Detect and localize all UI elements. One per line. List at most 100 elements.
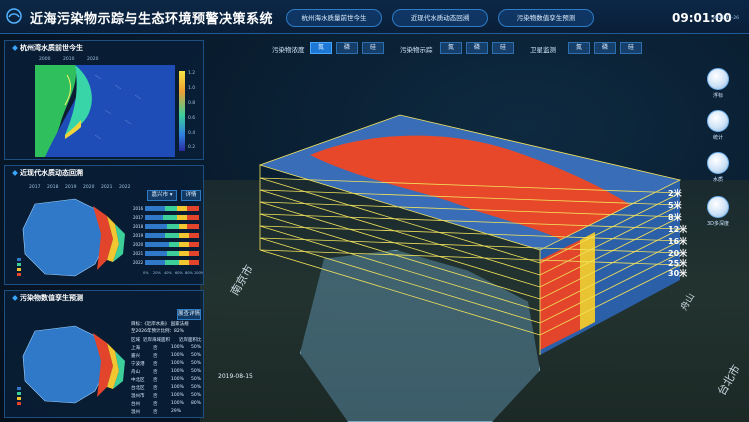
- table-cell: 50%: [191, 345, 202, 350]
- p2-year-2020[interactable]: 2020: [83, 185, 94, 190]
- concentration-n-button[interactable]: 氮: [310, 42, 332, 54]
- bar-row-label: 2019: [133, 233, 144, 238]
- p2-year-2018[interactable]: 2018: [47, 185, 58, 190]
- bar: [165, 206, 177, 211]
- depth-label-8m: 8米: [668, 213, 682, 222]
- buoy-icon: [707, 68, 729, 90]
- legend-swatch-3: [17, 397, 21, 400]
- table-cell: 50%: [191, 353, 202, 358]
- bar-row-label: 2022: [133, 260, 144, 265]
- toolbar-label-concentration: 污染物浓度: [272, 46, 305, 54]
- panel3-province-map[interactable]: [15, 321, 127, 407]
- map-date: 2019-08-15: [218, 373, 253, 380]
- toolbar-label-tracer: 污染物示踪: [400, 46, 433, 54]
- toolbar-label-satellite: 卫星监测: [530, 46, 556, 54]
- region-select[interactable]: 嘉兴市 ▾: [147, 190, 177, 201]
- legend-swatch-3: [17, 268, 21, 271]
- concentration-si-button[interactable]: 硅: [362, 42, 384, 54]
- tool-buoy-label: 浮标: [712, 93, 723, 99]
- table-header-cell: 近岸海域面积: [143, 338, 170, 343]
- table-header-cell: 近岸面积比: [179, 338, 202, 343]
- satellite-n-button[interactable]: 氮: [568, 42, 590, 54]
- year-2020[interactable]: 2020: [87, 57, 98, 62]
- table-cell: 否: [153, 378, 158, 383]
- table-cell: 100%: [171, 401, 184, 406]
- x-tick: 60%: [175, 271, 183, 275]
- panel-water-quality-review: 近现代水质动态回溯 2017 2018 2019 2020 2021 2022 …: [4, 165, 204, 285]
- table-cell: 宁波港: [131, 362, 145, 367]
- tracer-p-button[interactable]: 磷: [466, 42, 488, 54]
- bar: [179, 224, 187, 229]
- bar: [145, 260, 165, 265]
- bar: [145, 233, 165, 238]
- bar: [145, 242, 169, 247]
- bar: [167, 251, 179, 256]
- app-logo-icon: [6, 8, 22, 24]
- bar: [167, 224, 179, 229]
- tab-hangzhou-history[interactable]: 杭州海水质量前世今生: [286, 9, 382, 27]
- tracer-si-button[interactable]: 硅: [492, 42, 514, 54]
- concentration-p-button[interactable]: 磷: [336, 42, 358, 54]
- tab-water-quality-review[interactable]: 近现代水质动态回溯: [392, 9, 488, 27]
- x-tick: 0%: [143, 271, 149, 275]
- water-icon: [707, 152, 729, 174]
- x-tick: 80%: [185, 271, 193, 275]
- bar: [179, 233, 189, 238]
- table-cell: 否: [153, 394, 158, 399]
- table-cell: 100%: [171, 353, 184, 358]
- bar-row-label: 2018: [133, 224, 144, 229]
- prediction-table: 区域 近岸海域面积 近岸面积比 上海 否 100% 50% 嘉兴 否 100% …: [131, 337, 203, 415]
- slab-front-yellow: [580, 232, 595, 330]
- x-tick: 100%: [194, 271, 203, 275]
- show-detail-button[interactable]: 展查详情: [177, 309, 201, 320]
- depth-label-16m: 16米: [668, 237, 688, 246]
- legend-swatch-4: [17, 273, 21, 276]
- table-cell: 温州: [131, 410, 140, 415]
- table-cell: 否: [153, 354, 158, 359]
- table-cell: 舟山: [131, 370, 140, 375]
- tool-statistics[interactable]: 统计: [704, 110, 732, 141]
- tab-pollutant-twin-prediction[interactable]: 污染物数值孪生预测: [498, 9, 594, 27]
- hangzhou-bay-heatmap[interactable]: [35, 65, 175, 157]
- p2-year-2019[interactable]: 2019: [65, 185, 76, 190]
- table-cell: 否: [153, 362, 158, 367]
- bar: [163, 215, 177, 220]
- table-cell: 50%: [191, 361, 202, 366]
- tool-water-quality[interactable]: 水质: [704, 152, 732, 183]
- legend-swatch-1: [17, 387, 21, 390]
- year-2000[interactable]: 2000: [39, 57, 50, 62]
- legend-swatch-2: [17, 392, 21, 395]
- tracer-n-button[interactable]: 氮: [440, 42, 462, 54]
- panel1-colorbar: [179, 71, 185, 151]
- bar: [177, 206, 187, 211]
- table-cell: 嘉兴: [131, 354, 140, 359]
- p2-year-2022[interactable]: 2022: [119, 185, 130, 190]
- header-bar: 近海污染物示踪与生态环境预警决策系统 杭州海水质量前世今生 近现代水质动态回溯 …: [0, 0, 749, 34]
- bar-row-label: 2016: [133, 206, 144, 211]
- bar: [187, 215, 199, 220]
- bar: [165, 233, 179, 238]
- pollution-3d-slab[interactable]: [250, 110, 690, 360]
- year-2010[interactable]: 2010: [63, 57, 74, 62]
- bar: [165, 260, 179, 265]
- bar: [145, 224, 167, 229]
- p2-year-2021[interactable]: 2021: [101, 185, 112, 190]
- depth-label-12m: 12米: [668, 225, 688, 234]
- chart-icon: [707, 110, 729, 132]
- panel2-title: 近现代水质动态回溯: [13, 168, 83, 178]
- tool-buoy[interactable]: 浮标: [704, 68, 732, 99]
- depth-label-30m: 30米: [668, 269, 688, 278]
- tool-3d-depth[interactable]: 3D多深度: [704, 196, 732, 227]
- clock-date: 2021 11-26: [713, 16, 739, 21]
- panel2-province-map[interactable]: [15, 194, 127, 280]
- prediction-info-line1: 目标：《近岸水质》 国家法规: [131, 322, 189, 327]
- bar: [145, 206, 165, 211]
- detail-button[interactable]: 详情: [181, 190, 201, 201]
- panel2-bar-chart: 2016 2017 2018 2019 2020 2021 2022 0% 20%…: [133, 206, 203, 275]
- 3d-icon: [707, 196, 729, 218]
- p2-year-2017[interactable]: 2017: [29, 185, 40, 190]
- table-cell: 100%: [171, 345, 184, 350]
- satellite-si-button[interactable]: 硅: [620, 42, 642, 54]
- bar: [187, 206, 199, 211]
- satellite-p-button[interactable]: 磷: [594, 42, 616, 54]
